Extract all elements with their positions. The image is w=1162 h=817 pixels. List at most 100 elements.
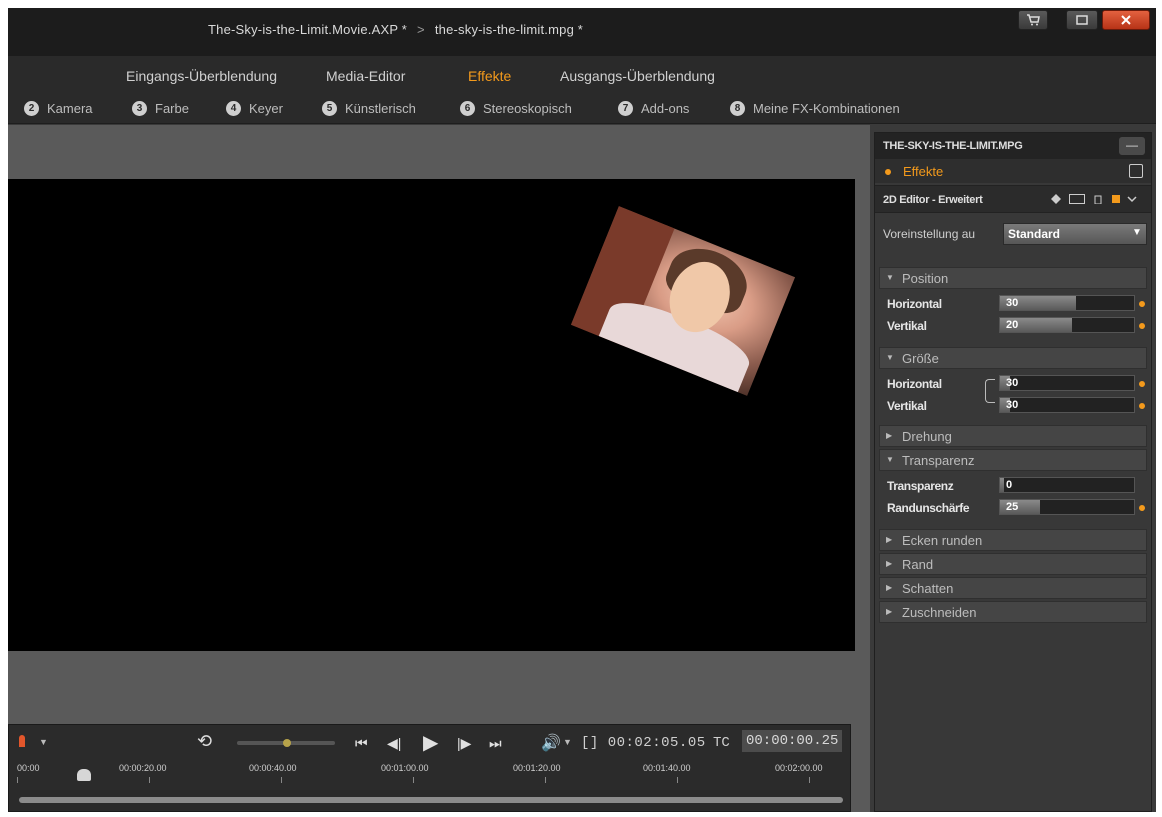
slider-value: 20 bbox=[1006, 319, 1019, 331]
preset-row: Voreinstellung au Standard ▼ bbox=[875, 219, 1151, 249]
section-title: Schatten bbox=[902, 581, 954, 596]
category-my-fx[interactable]: 8 Meine FX-Kombinationen bbox=[730, 101, 900, 116]
effect-category-bar: 2 Kamera 3 Farbe 4 Keyer 5 Künstlerisch 6 Ste… bbox=[8, 94, 1156, 124]
effects-header[interactable]: Effekte bbox=[875, 159, 1151, 183]
category-number: 6 bbox=[460, 101, 475, 116]
edge-softness-slider[interactable]: 25 bbox=[999, 499, 1135, 515]
tab-outgoing-transition[interactable]: Ausgangs-Überblendung bbox=[560, 68, 715, 84]
keyframe-dot[interactable] bbox=[1139, 381, 1145, 387]
ruler-label: 00:00:40.00 bbox=[249, 763, 297, 773]
step-forward-button[interactable]: |▶ bbox=[457, 735, 471, 752]
play-button[interactable]: ▶ bbox=[423, 730, 438, 755]
collapsed-arrow-icon: ▶ bbox=[886, 583, 893, 592]
marker-icon[interactable] bbox=[19, 735, 25, 747]
category-artistic[interactable]: 5 Künstlerisch bbox=[322, 101, 416, 116]
size-horizontal-label: Horizontal bbox=[887, 377, 942, 391]
save-icon[interactable] bbox=[1129, 164, 1143, 178]
category-stereoscopic[interactable]: 6 Stereoskopisch bbox=[460, 101, 572, 116]
section-border[interactable]: ▶ Rand bbox=[879, 553, 1147, 575]
collapsed-arrow-icon: ▶ bbox=[886, 559, 893, 568]
enable-toggle-icon[interactable] bbox=[1111, 194, 1121, 204]
slider-value: 25 bbox=[1006, 501, 1019, 513]
category-label: Add-ons bbox=[641, 101, 690, 116]
window-icon[interactable] bbox=[1069, 194, 1085, 204]
ruler-tick bbox=[149, 777, 150, 783]
trash-icon[interactable] bbox=[1093, 194, 1103, 204]
timeline-scrollbar[interactable] bbox=[19, 797, 843, 803]
section-title: Transparenz bbox=[902, 453, 975, 468]
category-color[interactable]: 3 Farbe bbox=[132, 101, 189, 116]
keyframe-add-icon[interactable] bbox=[1051, 194, 1061, 204]
video-preview[interactable] bbox=[8, 179, 855, 651]
go-to-start-button[interactable]: ⏮ bbox=[355, 735, 368, 752]
category-label: Stereoskopisch bbox=[483, 101, 572, 116]
category-label: Künstlerisch bbox=[345, 101, 416, 116]
section-rotation[interactable]: ▶ Drehung bbox=[879, 425, 1147, 447]
section-transparency[interactable]: ▼ Transparenz bbox=[879, 449, 1147, 471]
timecode-field[interactable]: 00:00:00.25 bbox=[742, 730, 842, 752]
category-number: 4 bbox=[226, 101, 241, 116]
section-shadow[interactable]: ▶ Schatten bbox=[879, 577, 1147, 599]
category-keyer[interactable]: 4 Keyer bbox=[226, 101, 283, 116]
position-horizontal-slider[interactable]: 30 bbox=[999, 295, 1135, 311]
slider-value: 30 bbox=[1006, 399, 1019, 411]
preview-area: ▼ ⟲ ⏮ ◀| ▶ |▶ ⏭ 🔊 ▼ [] 00:02:05.05 TC 00… bbox=[8, 125, 870, 812]
ruler-tick bbox=[413, 777, 414, 783]
slider-value: 30 bbox=[1006, 377, 1019, 389]
clip-thumbnail[interactable] bbox=[570, 206, 796, 396]
transparency-slider[interactable]: 0 bbox=[999, 477, 1135, 493]
maximize-icon bbox=[1076, 15, 1088, 25]
timeline-ruler[interactable]: 00:00 00:00:20.00 00:00:40.00 00:01:00.0… bbox=[17, 763, 843, 795]
size-horizontal-slider[interactable]: 30 bbox=[999, 375, 1135, 391]
store-button[interactable] bbox=[1018, 10, 1048, 30]
effects-active-indicator bbox=[885, 169, 891, 175]
tab-incoming-transition[interactable]: Eingangs-Überblendung bbox=[126, 68, 277, 84]
cart-icon bbox=[1027, 14, 1040, 26]
chevron-down-icon[interactable] bbox=[1127, 194, 1137, 204]
tab-effects[interactable]: Effekte bbox=[468, 68, 511, 84]
shuttle-knob[interactable] bbox=[283, 739, 291, 747]
volume-icon[interactable]: 🔊 bbox=[541, 733, 561, 753]
chevron-down-icon[interactable]: ▼ bbox=[39, 737, 48, 747]
title-separator: > bbox=[417, 22, 425, 37]
ruler-tick bbox=[677, 777, 678, 783]
position-vertical-slider[interactable]: 20 bbox=[999, 317, 1135, 333]
keyframe-dot[interactable] bbox=[1139, 323, 1145, 329]
section-position[interactable]: ▼ Position bbox=[879, 267, 1147, 289]
category-label: Keyer bbox=[249, 101, 283, 116]
editor-header[interactable]: 2D Editor - Erweitert bbox=[875, 185, 1151, 213]
section-round-corners[interactable]: ▶ Ecken runden bbox=[879, 529, 1147, 551]
category-number: 7 bbox=[618, 101, 633, 116]
loop-icon[interactable]: ⟲ bbox=[197, 731, 212, 752]
window-title: The-Sky-is-the-Limit.Movie.AXP * > the-sky… bbox=[208, 22, 583, 37]
tab-media-editor[interactable]: Media-Editor bbox=[326, 68, 405, 84]
ruler-label: 00:01:40.00 bbox=[643, 763, 691, 773]
keyframe-dot[interactable] bbox=[1139, 505, 1145, 511]
category-camera[interactable]: 2 Kamera bbox=[24, 101, 93, 116]
step-back-button[interactable]: ◀| bbox=[387, 735, 401, 752]
timecode-label: TC bbox=[713, 735, 730, 751]
ruler-tick bbox=[17, 777, 18, 783]
size-vertical-slider[interactable]: 30 bbox=[999, 397, 1135, 413]
panel-clip-name: THE-SKY-IS-THE-LIMIT.MPG bbox=[883, 140, 1023, 152]
panel-minimize-button[interactable]: — bbox=[1119, 137, 1145, 155]
close-button[interactable] bbox=[1102, 10, 1150, 30]
category-label: Meine FX-Kombinationen bbox=[753, 101, 900, 116]
section-size[interactable]: ▼ Größe bbox=[879, 347, 1147, 369]
chevron-down-icon[interactable]: ▼ bbox=[563, 737, 572, 747]
playhead[interactable] bbox=[77, 769, 91, 781]
title-bar: The-Sky-is-the-Limit.Movie.AXP * > the-sky… bbox=[8, 8, 1156, 56]
go-to-end-button[interactable]: ⏭ bbox=[489, 735, 502, 752]
category-number: 3 bbox=[132, 101, 147, 116]
close-icon bbox=[1121, 15, 1131, 25]
category-number: 8 bbox=[730, 101, 745, 116]
category-addons[interactable]: 7 Add-ons bbox=[618, 101, 689, 116]
link-icon[interactable] bbox=[985, 379, 995, 403]
maximize-button[interactable] bbox=[1066, 10, 1098, 30]
preset-dropdown[interactable]: Standard ▼ bbox=[1003, 223, 1147, 245]
section-crop[interactable]: ▶ Zuschneiden bbox=[879, 601, 1147, 623]
keyframe-dot[interactable] bbox=[1139, 403, 1145, 409]
keyframe-dot[interactable] bbox=[1139, 301, 1145, 307]
video-editor-window: The-Sky-is-the-Limit.Movie.AXP * > the-sky… bbox=[8, 8, 1156, 812]
section-title: Zuschneiden bbox=[902, 605, 977, 620]
